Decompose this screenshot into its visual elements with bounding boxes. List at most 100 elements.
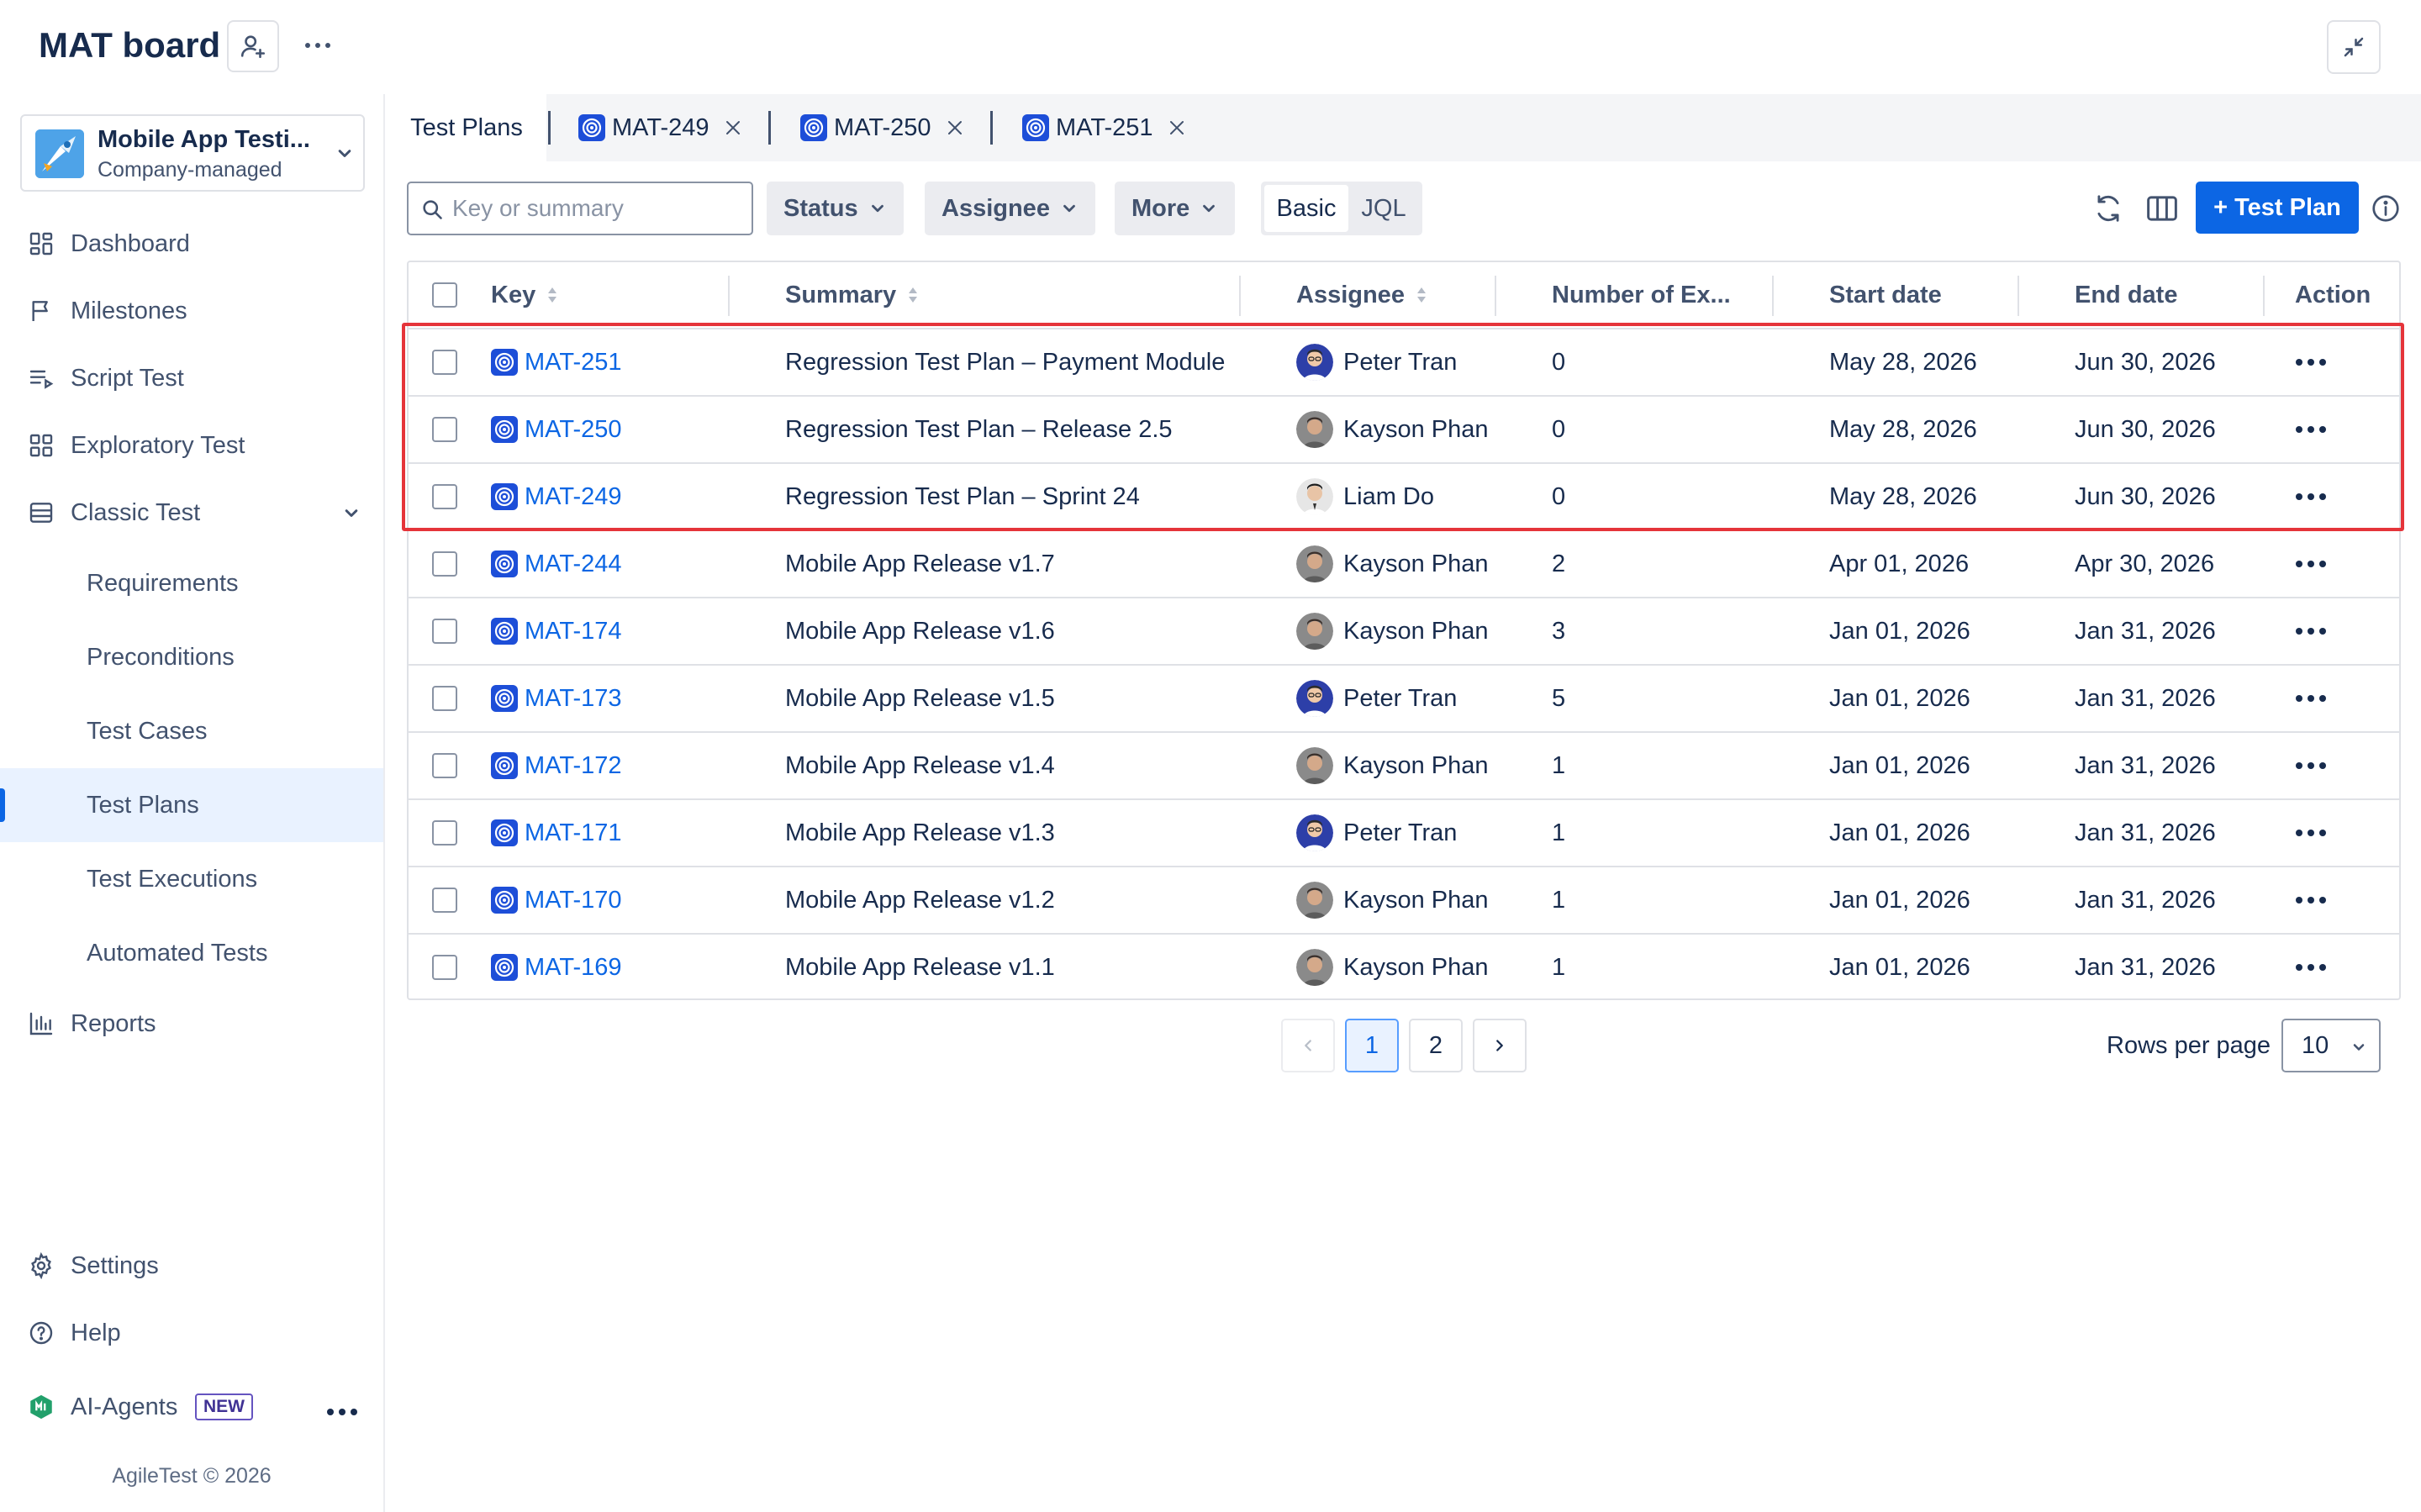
more-filter-button[interactable]: More (1115, 182, 1236, 235)
issue-key-link[interactable]: MAT-249 (525, 483, 622, 511)
project-switcher[interactable]: Mobile App Testi... Company-managed (20, 114, 365, 192)
sidebar-item-automated-tests[interactable]: Automated Tests (0, 919, 383, 987)
close-icon[interactable] (723, 118, 743, 138)
row-checkbox[interactable] (432, 753, 457, 778)
sidebar-item-settings[interactable]: Settings (0, 1232, 383, 1299)
sidebar-item-milestones[interactable]: Milestones (0, 277, 383, 345)
column-header-start-date[interactable]: Start date (1829, 262, 1942, 328)
issue-key-link[interactable]: MAT-173 (525, 685, 622, 713)
row-actions-button[interactable] (2295, 867, 2327, 933)
next-page-button[interactable] (1473, 1019, 1527, 1072)
column-header-assignee[interactable]: Assignee (1296, 262, 1428, 328)
rows-per-page-select[interactable]: 10 (2281, 1019, 2381, 1072)
header-more-button[interactable] (296, 24, 340, 67)
row-checkbox[interactable] (432, 350, 457, 375)
tab-mat-250[interactable]: MAT-250 (800, 94, 965, 161)
key-cell: MAT-251 (491, 329, 622, 395)
add-test-plan-button[interactable]: + Test Plan (2196, 182, 2359, 234)
columns-button[interactable] (2140, 187, 2184, 230)
row-checkbox[interactable] (432, 551, 457, 577)
issue-key-link[interactable]: MAT-170 (525, 887, 622, 914)
issue-key-link[interactable]: MAT-244 (525, 551, 622, 578)
tab-mat-251[interactable]: MAT-251 (1022, 94, 1187, 161)
info-icon[interactable] (2371, 193, 2401, 224)
row-checkbox[interactable] (432, 955, 457, 980)
table-row[interactable]: MAT-170 Mobile App Release v1.2 Kayson Pha… (409, 867, 2399, 935)
row-actions-button[interactable] (2295, 800, 2327, 866)
sidebar-item-reports[interactable]: Reports (0, 990, 383, 1057)
jql-mode-button[interactable]: JQL (1348, 185, 1419, 232)
select-all-checkbox[interactable] (432, 282, 457, 308)
issue-key-link[interactable]: MAT-251 (525, 349, 622, 377)
add-people-button[interactable] (227, 20, 279, 72)
end-date-cell: Jun 30, 2026 (2075, 415, 2216, 443)
column-header-executions[interactable]: Number of Ex... (1552, 262, 1731, 328)
table-row[interactable]: MAT-251 Regression Test Plan – Payment Mo… (409, 329, 2399, 397)
close-icon[interactable] (1167, 118, 1187, 138)
previous-page-button[interactable] (1281, 1019, 1335, 1072)
issue-key-link[interactable]: MAT-169 (525, 954, 622, 982)
sidebar-item-preconditions[interactable]: Preconditions (0, 624, 383, 691)
sidebar-item-test-executions[interactable]: Test Executions (0, 846, 383, 913)
sidebar-item-requirements[interactable]: Requirements (0, 550, 383, 617)
minimize-button[interactable] (2327, 20, 2381, 74)
sidebar-item-label: Preconditions (87, 643, 235, 671)
table-row[interactable]: MAT-169 Mobile App Release v1.1 Kayson Pha… (409, 935, 2399, 1002)
table-row[interactable]: MAT-244 Mobile App Release v1.7 Kayson Pha… (409, 531, 2399, 598)
sort-icon (548, 287, 557, 303)
issue-key-link[interactable]: MAT-250 (525, 416, 622, 444)
search-input[interactable] (452, 192, 738, 225)
table-row[interactable]: MAT-249 Regression Test Plan – Sprint 24 L… (409, 464, 2399, 531)
sidebar-item-test-plans[interactable]: Test Plans (0, 768, 383, 842)
issue-key-link[interactable]: MAT-171 (525, 819, 622, 847)
search-box[interactable] (407, 182, 753, 235)
sidebar-item-exploratory-test[interactable]: Exploratory Test (0, 412, 383, 479)
sidebar-item-label: AI-Agents (71, 1393, 178, 1420)
table-row[interactable]: MAT-250 Regression Test Plan – Release 2.… (409, 397, 2399, 464)
row-actions-button[interactable] (2295, 733, 2327, 798)
row-checkbox[interactable] (432, 417, 457, 442)
row-actions-button[interactable] (2295, 397, 2327, 462)
sidebar-item-test-cases[interactable]: Test Cases (0, 698, 383, 765)
column-header-key[interactable]: Key (491, 262, 559, 328)
start-date-cell: Jan 01, 2026 (1829, 819, 1970, 846)
close-icon[interactable] (945, 118, 965, 138)
ai-agents-more-button[interactable] (326, 1391, 358, 1424)
row-checkbox[interactable] (432, 484, 457, 509)
status-filter-button[interactable]: Status (767, 182, 904, 235)
avatar (1296, 949, 1333, 986)
row-checkbox[interactable] (432, 820, 457, 846)
issue-key-link[interactable]: MAT-172 (525, 752, 622, 780)
table-row[interactable]: MAT-171 Mobile App Release v1.3 Peter Tran… (409, 800, 2399, 867)
tab-mat-249[interactable]: MAT-249 (578, 94, 743, 161)
table-row[interactable]: MAT-172 Mobile App Release v1.4 Kayson Pha… (409, 733, 2399, 800)
table-row[interactable]: MAT-173 Mobile App Release v1.5 Peter Tran… (409, 666, 2399, 733)
row-actions-button[interactable] (2295, 666, 2327, 731)
page-button-2[interactable]: 2 (1409, 1019, 1463, 1072)
row-checkbox[interactable] (432, 686, 457, 711)
refresh-button[interactable] (2086, 187, 2130, 230)
row-actions-button[interactable] (2295, 464, 2327, 529)
row-checkbox[interactable] (432, 888, 457, 913)
assignee-filter-button[interactable]: Assignee (925, 182, 1095, 235)
sidebar-item-script-test[interactable]: Script Test (0, 345, 383, 412)
column-header-end-date[interactable]: End date (2075, 262, 2177, 328)
start-date-cell: Jan 01, 2026 (1829, 684, 1970, 712)
project-logo (35, 129, 84, 178)
row-actions-button[interactable] (2295, 598, 2327, 664)
tab-test-plans[interactable]: Test Plans (387, 94, 546, 161)
row-actions-button[interactable] (2295, 531, 2327, 597)
basic-mode-button[interactable]: Basic (1264, 185, 1348, 232)
more-icon (2296, 897, 2326, 904)
column-header-summary[interactable]: Summary (785, 262, 920, 328)
row-actions-button[interactable] (2295, 329, 2327, 395)
page-button-1[interactable]: 1 (1345, 1019, 1399, 1072)
issue-key-link[interactable]: MAT-174 (525, 618, 622, 645)
sidebar-item-help[interactable]: Help (0, 1299, 383, 1367)
row-checkbox[interactable] (432, 619, 457, 644)
row-actions-button[interactable] (2295, 935, 2327, 1000)
table-row[interactable]: MAT-174 Mobile App Release v1.6 Kayson Pha… (409, 598, 2399, 666)
sidebar-item-classic-test[interactable]: Classic Test (0, 479, 383, 546)
sidebar-item-ai-agents[interactable]: AI-Agents NEW (0, 1373, 383, 1441)
sidebar-item-dashboard[interactable]: Dashboard (0, 210, 383, 277)
